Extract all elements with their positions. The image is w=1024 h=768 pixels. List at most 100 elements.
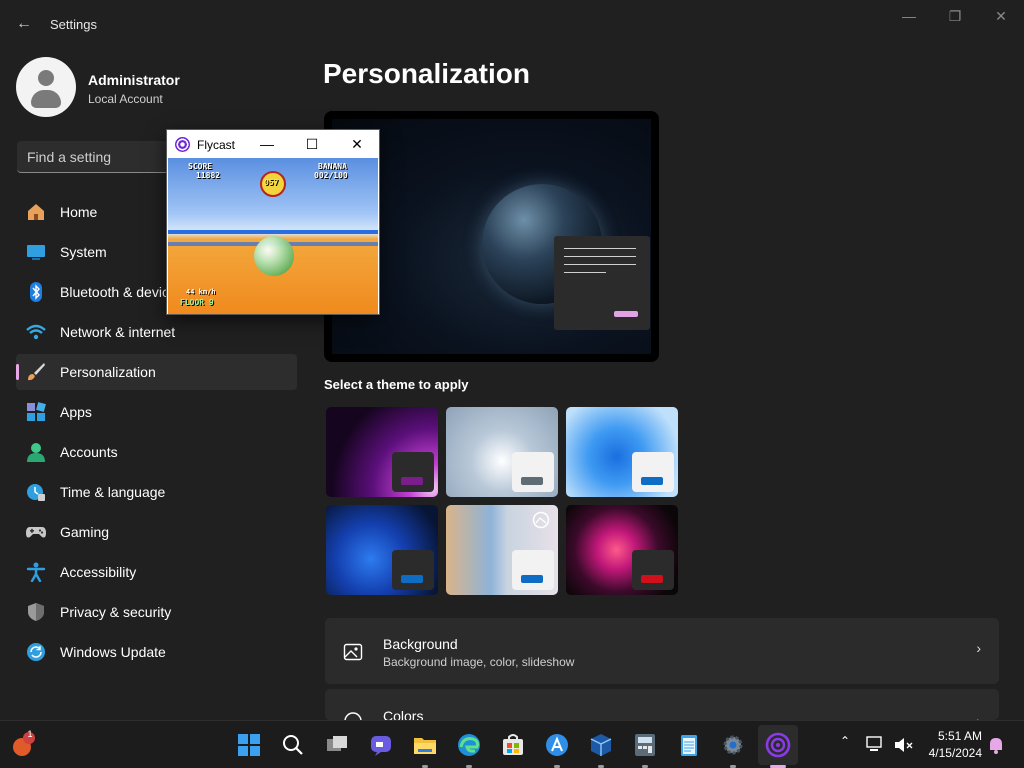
notepad-icon[interactable] (675, 731, 703, 759)
game-score-value: 11882 (196, 171, 221, 180)
theme-accent-bar (521, 477, 543, 485)
sidebar-item-label: Accessibility (60, 564, 137, 580)
network-icon (26, 324, 46, 340)
sidebar-item-personalization[interactable]: Personalization (16, 354, 297, 390)
theme-tile-3[interactable] (566, 407, 678, 497)
page-title: Personalization (323, 58, 530, 89)
sidebar-item-label: Network & internet (60, 324, 176, 340)
theme-card (392, 550, 434, 590)
title-bar: ← Settings — ❐ ✕ (0, 0, 1024, 48)
sidebar-item-label: Privacy & security (60, 604, 172, 620)
clock-time[interactable]: 5:51 AM (924, 729, 982, 743)
edge-icon[interactable] (455, 731, 483, 759)
preview-window (554, 236, 650, 330)
active-indicator (16, 364, 19, 380)
palette-icon (344, 712, 362, 720)
theme-accent-bar (401, 575, 423, 583)
game-timer: 057 (264, 178, 279, 187)
chevron-up-icon[interactable]: ⌃ (838, 734, 852, 748)
clock-date[interactable]: 4/15/2024 (924, 746, 982, 760)
bluetooth-icon (30, 282, 42, 302)
sidebar-item-label: Personalization (60, 364, 156, 380)
task-view-icon[interactable] (323, 731, 351, 759)
flycast-close-button[interactable]: ✕ (342, 134, 372, 154)
sidebar-item-label: Home (60, 204, 98, 220)
game-score-label: SCORE (188, 162, 213, 171)
calculator-icon[interactable] (631, 731, 659, 759)
theme-tile-4[interactable] (326, 505, 438, 595)
start-icon[interactable] (235, 731, 263, 759)
game-viewport[interactable]: SCORE 11882 057 BANANA 002/100 44 km/h F… (168, 158, 378, 314)
sidebar-item-label: Windows Update (60, 644, 166, 660)
theme-accent-bar (641, 477, 663, 485)
avatar (16, 57, 76, 117)
preview-accent-button (614, 311, 638, 317)
colors-setting[interactable]: Colors › (325, 689, 999, 720)
sidebar-item-accessibility[interactable]: Accessibility (16, 554, 297, 590)
game-banana-label: BANANA (318, 162, 347, 171)
sidebar-item-label: System (60, 244, 107, 260)
home-icon (28, 204, 44, 220)
theme-tile-2[interactable] (446, 407, 558, 497)
close-button[interactable]: ✕ (978, 6, 1024, 30)
monkey-ball-sprite (254, 236, 294, 276)
flycast-window[interactable]: Flycast — ☐ ✕ SCORE 11882 057 BANANA 002… (166, 129, 380, 315)
background-setting-title: Background (383, 636, 458, 652)
notification-badge: 1 (27, 729, 33, 739)
search-icon[interactable] (279, 731, 307, 759)
accessibility-icon (26, 562, 46, 582)
sidebar-item-gaming[interactable]: Gaming (16, 514, 297, 550)
background-setting-subtitle: Background image, color, slideshow (383, 655, 575, 669)
accounts-icon (27, 443, 45, 462)
profile-account-type: Local Account (88, 92, 163, 106)
update-icon (27, 643, 45, 661)
system-icon (27, 245, 45, 260)
volume-muted-icon[interactable] (892, 734, 914, 756)
slideshow-icon (532, 511, 550, 529)
image-icon (343, 643, 363, 661)
game-speed: 44 km/h (186, 288, 216, 296)
theme-tile-6[interactable] (566, 505, 678, 595)
settings-gear-icon[interactable] (719, 731, 747, 759)
theme-tile-1[interactable] (326, 407, 438, 497)
sidebar-item-label: Accounts (60, 444, 118, 460)
app-store-icon[interactable] (543, 731, 571, 759)
flycast-logo-icon (175, 137, 190, 152)
colors-setting-title: Colors (383, 708, 424, 720)
theme-card (392, 452, 434, 492)
sidebar-item-privacy-security[interactable]: Privacy & security (16, 594, 297, 630)
theme-accent-bar (521, 575, 543, 583)
sidebar-item-time-language[interactable]: Time & language (16, 474, 297, 510)
flycast-minimize-button[interactable]: — (252, 134, 282, 154)
file-explorer-icon[interactable] (411, 731, 439, 759)
theme-accent-bar (401, 477, 423, 485)
game-floor: FLOOR 9 (180, 298, 214, 307)
theme-card (632, 452, 674, 492)
app-title: Settings (50, 17, 97, 32)
flycast-maximize-button[interactable]: ☐ (297, 134, 327, 154)
flycast-taskbar-icon[interactable] (764, 731, 792, 759)
sidebar-item-network[interactable]: Network & internet (16, 314, 297, 350)
sidebar-item-label: Time & language (60, 484, 166, 500)
maximize-button[interactable]: ❐ (932, 6, 978, 30)
gaming-icon (26, 527, 46, 538)
chevron-right-icon: › (976, 640, 981, 656)
sidebar-item-apps[interactable]: Apps (16, 394, 297, 430)
game-banana-value: 002/100 (314, 171, 348, 180)
network-status-icon[interactable] (864, 734, 886, 756)
store-icon[interactable] (499, 731, 527, 759)
sidebar-item-accounts[interactable]: Accounts (16, 434, 297, 470)
sidebar-item-windows-update[interactable]: Windows Update (16, 634, 297, 670)
notification-bell-icon[interactable] (986, 735, 1006, 755)
theme-tile-5[interactable] (446, 505, 558, 595)
taskbar: 1 ⌃ 5:51 AM 4/15/2024 (0, 720, 1024, 768)
back-button[interactable]: ← (12, 12, 36, 36)
sidebar-item-label: Gaming (60, 524, 110, 540)
virtualbox-icon[interactable] (587, 731, 615, 759)
teams-chat-icon[interactable] (367, 731, 395, 759)
brush-icon (28, 363, 45, 381)
theme-accent-bar (641, 575, 663, 583)
background-setting[interactable]: Background Background image, color, slid… (325, 618, 999, 684)
minimize-button[interactable]: — (886, 6, 932, 30)
theme-card (512, 550, 554, 590)
